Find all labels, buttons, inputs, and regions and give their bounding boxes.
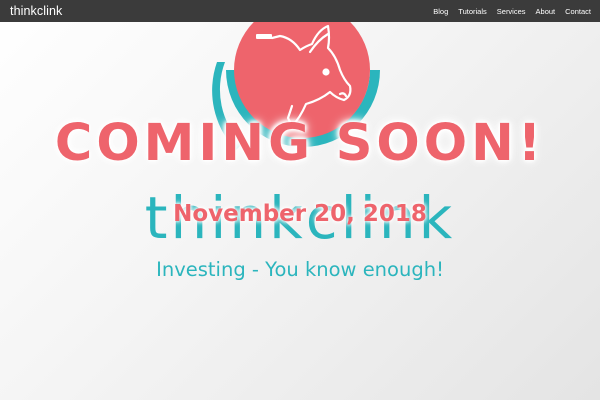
tagline: Investing - You know enough! [156,258,444,281]
nav-link-contact[interactable]: Contact [565,7,591,16]
nav-links: Blog Tutorials Services About Contact [423,7,591,16]
nav-link-tutorials[interactable]: Tutorials [458,7,486,16]
nav-link-about[interactable]: About [536,7,556,16]
nav-link-services[interactable]: Services [497,7,526,16]
launch-date: November 20, 2018 [173,201,427,227]
coming-soon-hero: thinkclink COMING SOON! November 20, 201… [0,0,600,400]
nav-link-blog[interactable]: Blog [433,7,448,16]
coming-soon-headline: COMING SOON! [54,114,546,173]
brand-link[interactable]: thinkclink [10,4,62,18]
top-navbar: thinkclink Blog Tutorials Services About… [0,0,600,22]
